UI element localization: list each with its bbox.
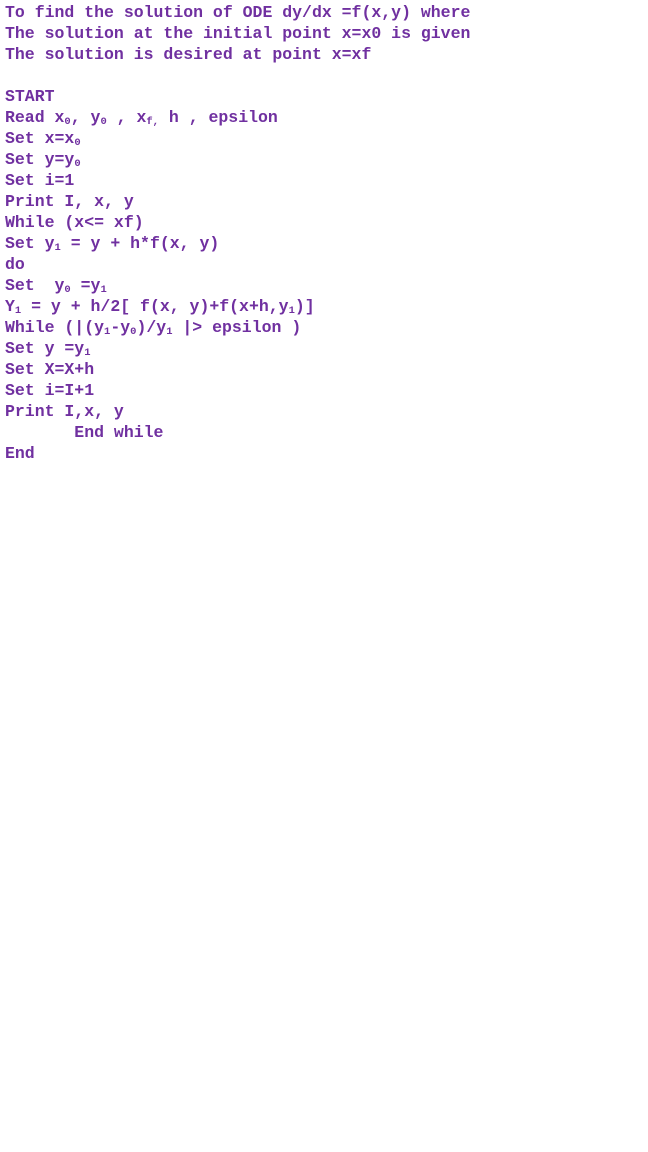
line-text: End while [5,423,164,442]
line-text: End [5,444,35,463]
line-text: , y [70,108,101,127]
text-line: Print I,x, y [5,401,643,422]
algorithm-document: To find the solution of ODE dy/dx =f(x,y… [5,2,643,464]
subscript-text: 1 [84,347,91,359]
line-text: The solution at the initial point x=x0 i… [5,24,471,43]
line-text: Print I, x, y [5,192,134,211]
text-line: End while [5,422,643,443]
text-line: Y1 = y + h/2[ f(x, y)+f(x+h,y1)] [5,296,643,317]
line-text: )/y [136,318,167,337]
line-text: -y [110,318,131,337]
text-line: START [5,86,643,107]
line-text: = y + h/2[ f(x, y)+f(x+h,y [21,297,289,316]
subscript-text: 1 [100,284,107,296]
text-line: The solution is desired at point x=xf [5,44,643,65]
text-line: Set i=1 [5,170,643,191]
line-text: Y [5,297,15,316]
text-line: The solution at the initial point x=x0 i… [5,23,643,44]
subscript-text: 0 [74,158,81,170]
text-line: Print I, x, y [5,191,643,212]
line-text: Set i=I+1 [5,381,95,400]
line-text: = y + h*f(x, y) [60,234,220,253]
line-text: The solution is desired at point x=xf [5,45,372,64]
line-text: START [5,87,55,106]
text-line: While (x<= xf) [5,212,643,233]
line-text: Set i=1 [5,171,75,190]
line-text: Set x=x [5,129,75,148]
text-line: Set y =y1 [5,338,643,359]
subscript-text: 0 [74,137,81,149]
text-line: Set i=I+1 [5,380,643,401]
line-text: , x [106,108,147,127]
line-text: do [5,255,25,274]
line-text: Set y=y [5,150,75,169]
line-text: Print I,x, y [5,402,124,421]
line-text: Set y =y [5,339,85,358]
text-line: Set X=X+h [5,359,643,380]
line-text: Set y [5,276,65,295]
line-text: To find the solution of ODE dy/dx =f(x,y… [5,3,471,22]
line-text: While (x<= xf) [5,213,144,232]
line-text: Set y [5,234,55,253]
line-text: Set X=X+h [5,360,95,379]
line-text: )] [294,297,315,316]
line-text: h , epsilon [158,108,278,127]
text-line: Set y0 =y1 [5,275,643,296]
line-text: =y [70,276,101,295]
text-line: Read x0, y0 , xf, h , epsilon [5,107,643,128]
line-text: Read x [5,108,65,127]
line-text: While (|(y [5,318,105,337]
line-text: |> epsilon ) [172,318,302,337]
text-line: To find the solution of ODE dy/dx =f(x,y… [5,2,643,23]
text-line: do [5,254,643,275]
text-line: While (|(y1-y0)/y1 |> epsilon ) [5,317,643,338]
text-line: Set y=y0 [5,149,643,170]
text-line: End [5,443,643,464]
subscript-text: f, [146,116,159,128]
text-line: Set x=x0 [5,128,643,149]
text-line: Set y1 = y + h*f(x, y) [5,233,643,254]
